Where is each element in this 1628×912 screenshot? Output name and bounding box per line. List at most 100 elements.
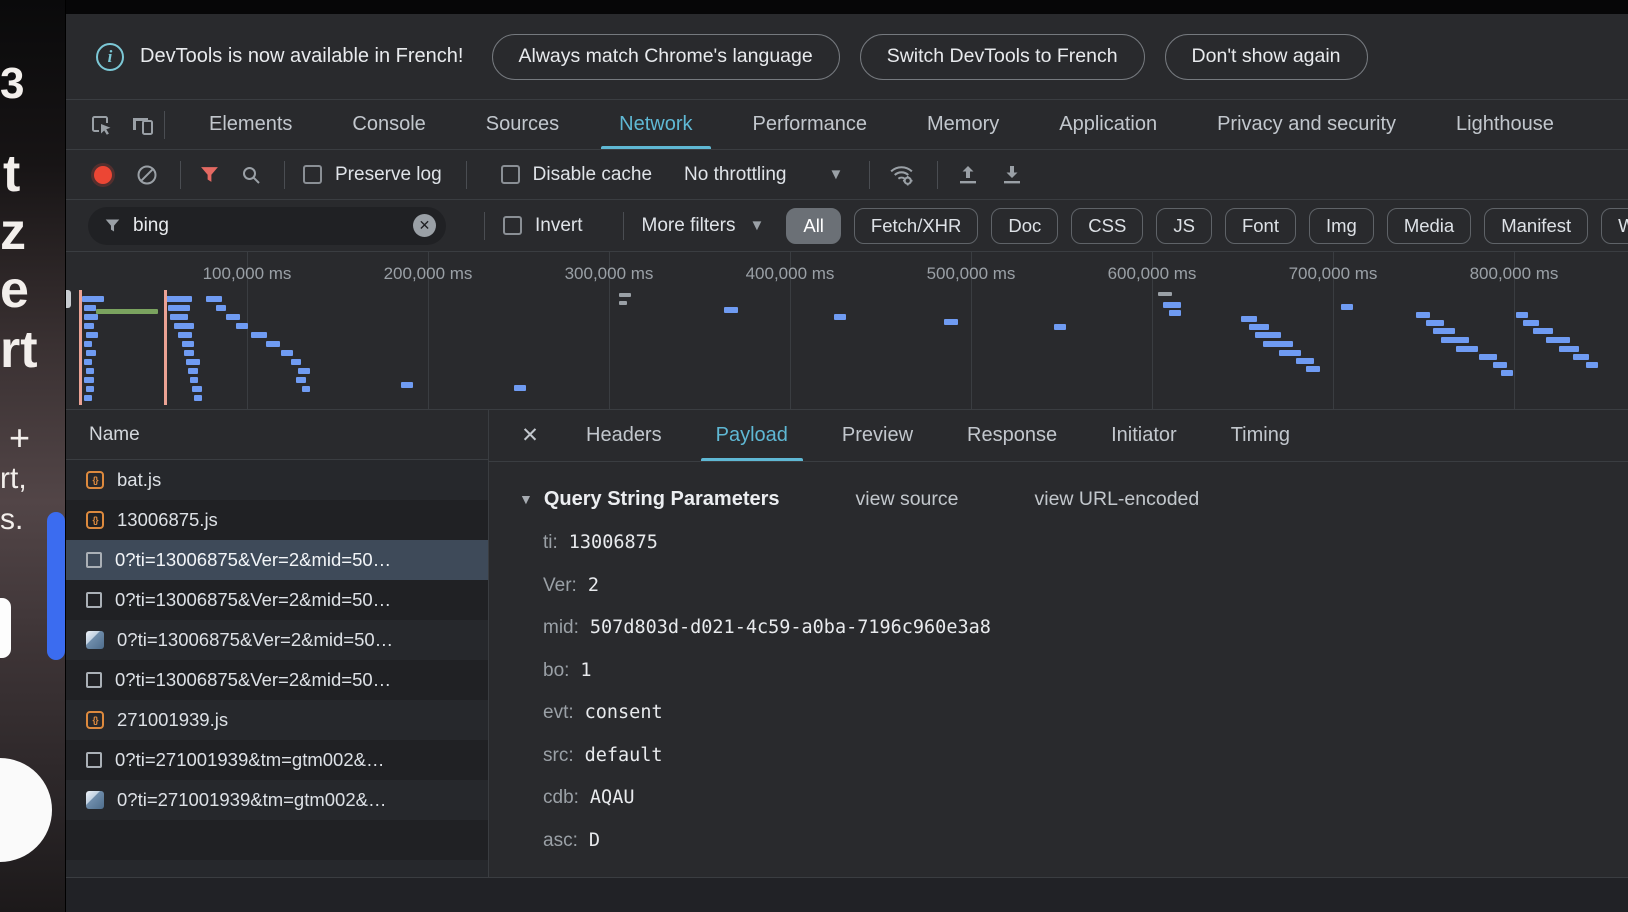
waterfall-bar [178,332,192,338]
waterfall-bar [1426,320,1444,326]
request-row[interactable]: 0?ti=13006875&Ver=2&mid=50… [66,660,488,700]
details-tab-response[interactable]: Response [940,410,1084,461]
param-value: AQAU [590,777,635,820]
filter-pill-css[interactable]: CSS [1071,208,1143,244]
details-tab-preview[interactable]: Preview [815,410,940,461]
waterfall-bar [86,332,98,338]
event-marker [164,290,167,405]
devtools-infobar: i DevTools is now available in French! A… [66,14,1628,100]
close-icon[interactable]: ✕ [511,423,549,448]
record-button[interactable] [94,166,112,184]
view-url-encoded-link[interactable]: view URL-encoded [1034,488,1199,511]
tab-application[interactable]: Application [1029,100,1187,149]
overview-drag-handle[interactable] [66,290,71,308]
tab-elements[interactable]: Elements [179,100,322,149]
waterfall-bar [1263,341,1293,347]
waterfall-bar [96,309,158,314]
infobar-button-always-match-chrome-s-language[interactable]: Always match Chrome's language [492,34,840,80]
tab-sources[interactable]: Sources [456,100,589,149]
filter-input-box[interactable]: ✕ [88,207,446,245]
waterfall-bar [188,368,198,374]
view-source-link[interactable]: view source [856,488,959,511]
tab-performance[interactable]: Performance [723,100,898,149]
param-key: Ver: [543,565,577,608]
request-row[interactable]: 0?ti=13006875&Ver=2&mid=50… [66,580,488,620]
clear-filter-icon[interactable]: ✕ [413,214,436,237]
waterfall-bar [944,319,958,325]
details-tab-initiator[interactable]: Initiator [1084,410,1204,461]
param-row: evt:consent [519,692,1628,735]
filter-pill-img[interactable]: Img [1309,208,1374,244]
param-key: ti: [543,522,558,565]
waterfall-bar [194,395,202,401]
page-edge-white-tab [0,598,11,658]
name-column-header[interactable]: Name [66,410,488,460]
request-row[interactable]: 0?ti=271001939&tm=gtm002&… [66,780,488,820]
import-har-icon[interactable] [956,163,980,187]
waterfall-bar [1054,324,1066,330]
filter-pill-media[interactable]: Media [1387,208,1471,244]
waterfall-bar [296,377,306,383]
request-row[interactable]: 0?ti=271001939&tm=gtm002&… [66,740,488,780]
throttling-dropdown[interactable]: No throttling ▼ [684,164,843,186]
param-key: asc: [543,820,578,863]
waterfall-bar [1158,292,1172,296]
param-value: 2 [588,565,599,608]
request-row[interactable]: 271001939.js [66,700,488,740]
clear-icon[interactable] [136,164,158,186]
param-row: mid:507d803d-d021-4c59-a0ba-7196c960e3a8 [519,607,1628,650]
divider [466,161,467,189]
details-tab-timing[interactable]: Timing [1204,410,1317,461]
invert-label: Invert [535,215,583,237]
device-toolbar-icon[interactable] [122,100,164,149]
waterfall-bar [401,382,413,388]
request-row[interactable]: bat.js [66,460,488,500]
infobar-button-switch-devtools-to-french[interactable]: Switch DevTools to French [860,34,1145,80]
filter-pill-all[interactable]: All [786,208,841,244]
inspect-icon[interactable] [80,100,122,149]
invert-checkbox[interactable] [503,216,522,235]
tab-network[interactable]: Network [589,100,722,149]
filter-pill-ws[interactable]: WS [1601,208,1628,244]
details-tab-headers[interactable]: Headers [559,410,689,461]
expand-triangle-icon[interactable]: ▼ [519,491,533,507]
script-file-icon [86,471,104,489]
filter-pill-fetch-xhr[interactable]: Fetch/XHR [854,208,978,244]
waterfall-bar [1523,320,1539,326]
search-icon[interactable] [240,164,262,186]
filter-icon[interactable] [199,164,220,185]
request-row[interactable]: 0?ti=13006875&Ver=2&mid=50… [66,620,488,660]
waterfall-bar [724,307,738,313]
script-file-icon [86,511,104,529]
waterfall-bar [1441,337,1469,343]
disable-cache-checkbox[interactable] [501,165,520,184]
document-file-icon [86,592,102,608]
waterfall-bar [1501,370,1513,376]
infobar-button-don-t-show-again[interactable]: Don't show again [1165,34,1368,80]
network-conditions-icon[interactable] [888,161,915,188]
request-row[interactable]: 13006875.js [66,500,488,540]
tab-lighthouse[interactable]: Lighthouse [1426,100,1584,149]
tab-memory[interactable]: Memory [897,100,1029,149]
waterfall-bar [1559,346,1579,352]
preserve-log-checkbox[interactable] [303,165,322,184]
divider [869,161,870,189]
tab-console[interactable]: Console [322,100,455,149]
request-row[interactable]: 0?ti=13006875&Ver=2&mid=50… [66,540,488,580]
filter-pill-doc[interactable]: Doc [991,208,1058,244]
timeline-tick-label: 500,000 ms [896,264,1046,284]
filter-pill-font[interactable]: Font [1225,208,1296,244]
more-filters-dropdown[interactable]: More filters ▼ [642,215,765,237]
export-har-icon[interactable] [1000,163,1024,187]
filter-text-input[interactable] [133,215,413,237]
details-tab-payload[interactable]: Payload [689,410,815,461]
image-file-icon [86,791,104,809]
filter-pill-manifest[interactable]: Manifest [1484,208,1588,244]
waterfall-bar [1279,350,1301,356]
waterfall-bar [170,314,188,320]
tab-privacy-and-security[interactable]: Privacy and security [1187,100,1426,149]
network-overview-timeline[interactable]: 100,000 ms200,000 ms300,000 ms400,000 ms… [66,252,1628,410]
waterfall-bar [1479,354,1497,360]
filter-pill-js[interactable]: JS [1156,208,1212,244]
screen: 3tzert+rt,s. i DevTools is now available… [0,0,1628,912]
